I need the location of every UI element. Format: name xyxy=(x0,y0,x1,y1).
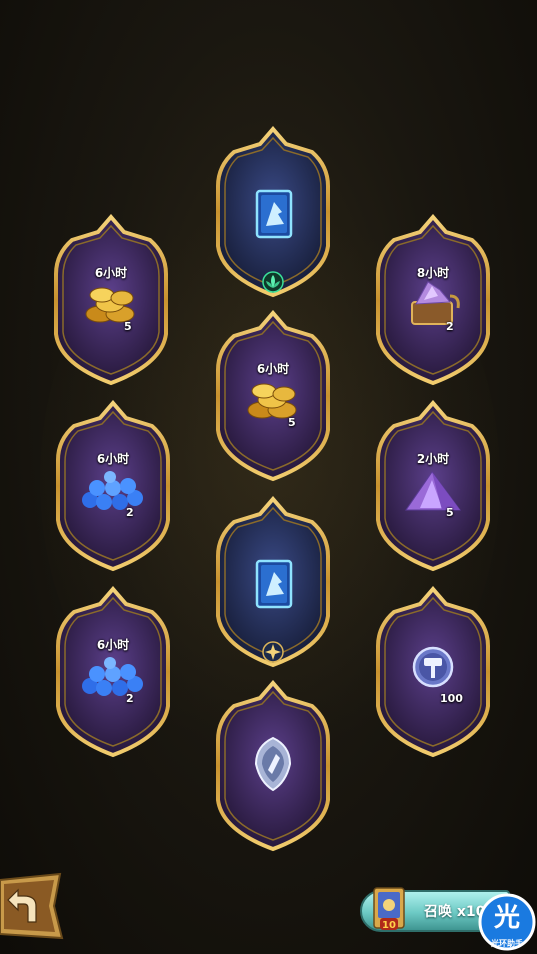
timer-label: 6小时 xyxy=(96,452,130,466)
summon-label: 召唤 x10 xyxy=(424,904,486,920)
reward-tile-dust-chest[interactable]: 8小时 2 xyxy=(374,214,492,386)
reward-tile-hero-card-2[interactable] xyxy=(214,496,332,668)
reward-tile-blue-orbs-1[interactable]: 6小时 2 xyxy=(54,400,172,572)
hammer-coin-icon xyxy=(412,646,454,688)
reward-tile-purple-dust[interactable]: 2小时 5 xyxy=(374,400,492,572)
leaf-badge-icon xyxy=(262,271,284,293)
timer-label: 6小时 xyxy=(94,266,128,280)
hero-card-icon xyxy=(255,559,293,609)
shield-emblem-icon xyxy=(254,736,292,792)
blue-orbs-icon xyxy=(82,657,143,696)
helper-glyph: 光 xyxy=(493,903,520,933)
timer-label: 6小时 xyxy=(256,362,290,376)
blue-orbs-icon xyxy=(82,471,143,510)
count-label: 5 xyxy=(288,416,296,429)
summon-card-number: 10 xyxy=(382,920,396,931)
timer-label: 2小时 xyxy=(416,452,450,466)
timer-label: 6小时 xyxy=(96,638,130,652)
back-button[interactable] xyxy=(0,872,66,942)
count-label: 2 xyxy=(126,692,134,705)
count-label: 2 xyxy=(126,506,134,519)
reward-tile-gold-2[interactable]: 6小时 5 xyxy=(214,310,332,482)
reward-tile-gold-1[interactable]: 6小时 5 xyxy=(52,214,170,386)
count-label: 2 xyxy=(446,320,454,333)
reward-tile-blue-orbs-2[interactable]: 6小时 2 xyxy=(54,586,172,758)
purple-dust-icon xyxy=(405,471,461,511)
count-label: 100 xyxy=(440,692,463,705)
count-label: 5 xyxy=(124,320,132,333)
reward-tile-hero-card-1[interactable] xyxy=(214,126,332,298)
summon-card-icon: 10 xyxy=(373,887,405,931)
hero-card-icon xyxy=(255,189,293,239)
reward-tile-hammer-coin[interactable]: 100 xyxy=(374,586,492,758)
star-badge-icon xyxy=(262,641,284,663)
count-label: 5 xyxy=(446,506,454,519)
reward-tile-shield-emblem[interactable] xyxy=(214,680,332,852)
helper-label: 光环助手 xyxy=(491,939,523,948)
